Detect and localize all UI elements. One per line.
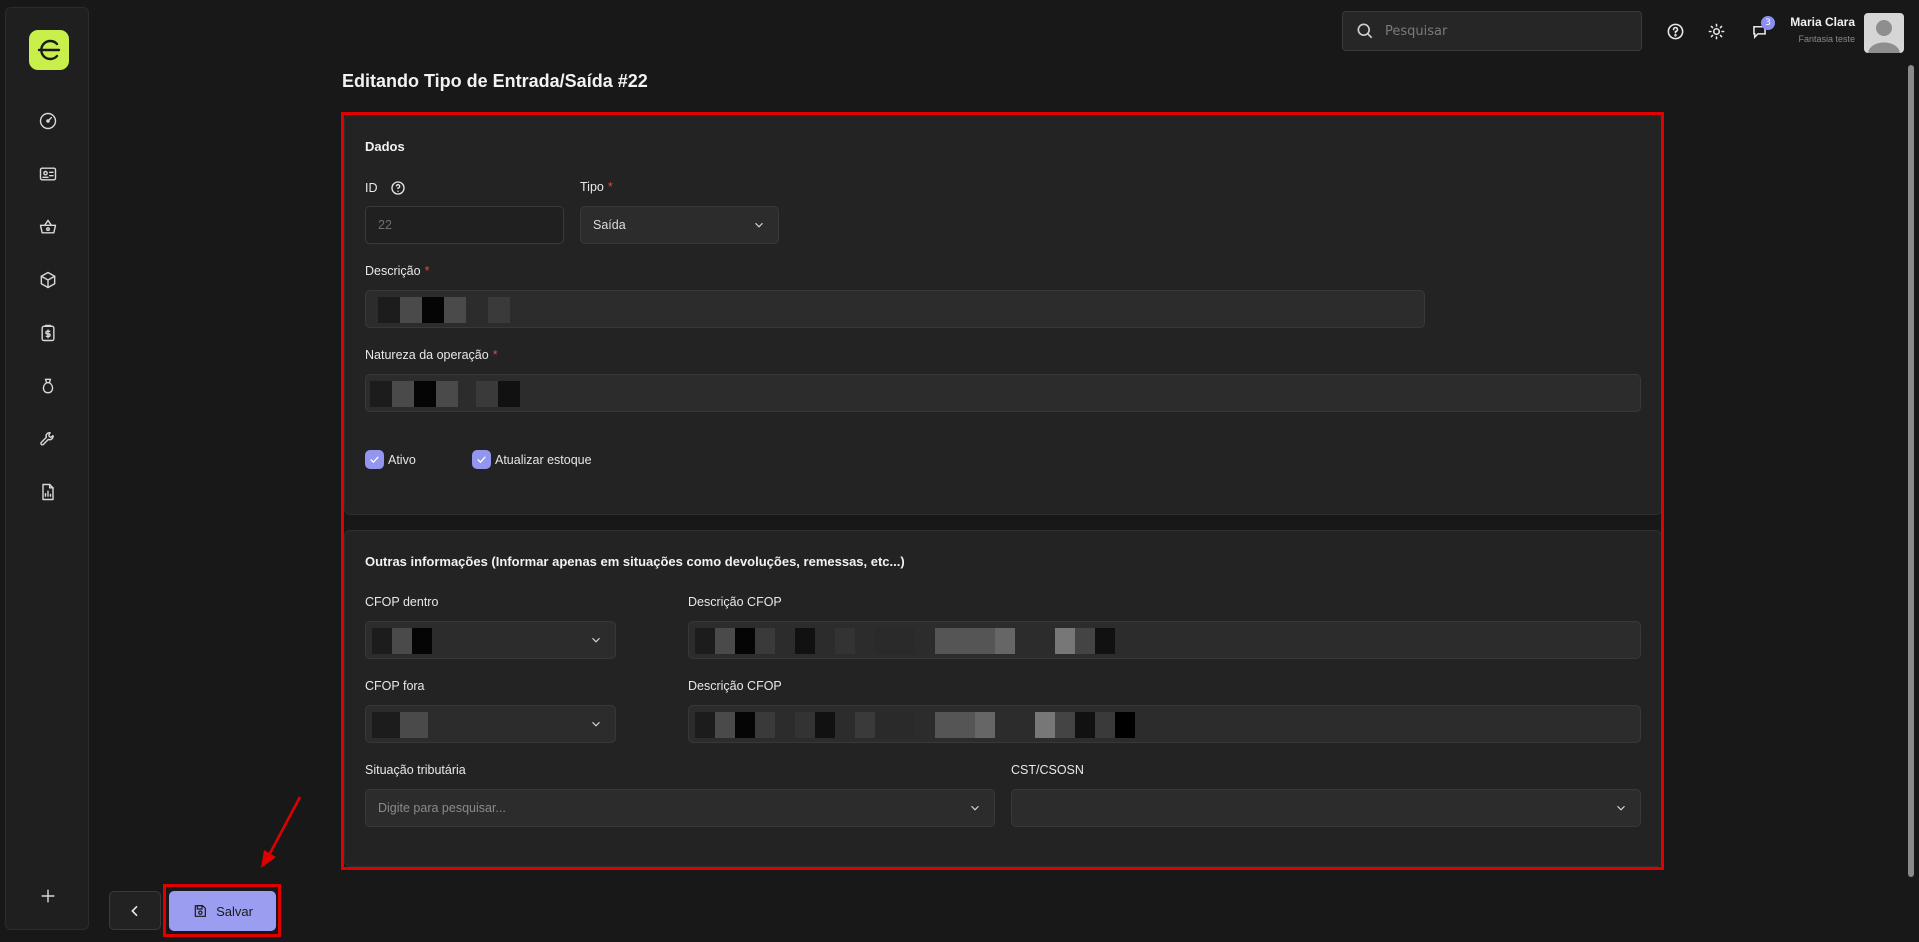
wrench-icon[interactable] bbox=[36, 427, 60, 451]
search-input[interactable] bbox=[1385, 23, 1625, 39]
user-name: Maria Clara bbox=[1790, 15, 1855, 29]
notification-badge: 3 bbox=[1761, 16, 1775, 30]
page-scrollbar[interactable] bbox=[1908, 65, 1914, 877]
package-icon[interactable] bbox=[36, 268, 60, 292]
save-button[interactable]: Salvar bbox=[169, 891, 276, 931]
logo-e-icon bbox=[37, 39, 61, 61]
red-arrow-annotation bbox=[261, 796, 302, 868]
theme-toggle-icon[interactable] bbox=[1704, 19, 1728, 43]
help-icon[interactable] bbox=[1663, 19, 1687, 43]
search-bar[interactable] bbox=[1342, 11, 1642, 51]
chevron-left-icon bbox=[131, 905, 138, 916]
sidebar bbox=[5, 7, 89, 930]
page-title: Editando Tipo de Entrada/Saída #22 bbox=[342, 71, 648, 91]
report-icon[interactable] bbox=[36, 480, 60, 504]
search-icon bbox=[1357, 23, 1373, 39]
basket-icon[interactable] bbox=[36, 215, 60, 239]
plus-icon[interactable] bbox=[36, 884, 60, 908]
floppy-disk-icon bbox=[194, 905, 206, 917]
id-card-icon[interactable] bbox=[36, 162, 60, 186]
form-highlight-frame bbox=[341, 112, 1664, 870]
save-button-label: Salvar bbox=[216, 903, 253, 919]
user-company: Fantasia teste bbox=[1798, 34, 1855, 44]
user-avatar-icon bbox=[1868, 20, 1900, 53]
dashboard-icon[interactable] bbox=[36, 109, 60, 133]
avatar[interactable] bbox=[1864, 13, 1904, 53]
app-logo[interactable] bbox=[29, 30, 69, 70]
notifications-icon[interactable]: 3 bbox=[1747, 16, 1775, 43]
money-bag-icon[interactable] bbox=[36, 374, 60, 398]
back-button[interactable] bbox=[109, 891, 161, 930]
clipboard-dollar-icon[interactable] bbox=[36, 321, 60, 345]
